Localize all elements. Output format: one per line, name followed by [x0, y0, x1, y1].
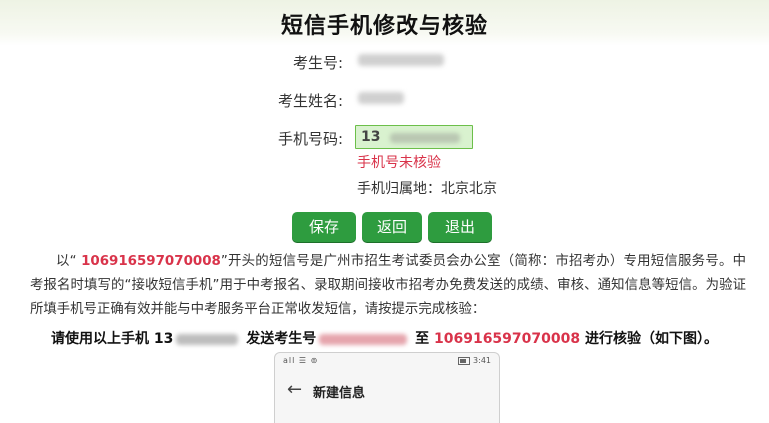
sms-number-highlight: 106916597070008: [81, 254, 221, 269]
name-label: 考生姓名:: [277, 92, 343, 110]
phone-status: 手机号未核验: [357, 155, 441, 171]
exam-no-label: 考生号:: [292, 54, 343, 72]
instruction-part4: 进行核验（如下图）。: [580, 331, 718, 347]
phone-input[interactable]: 13: [355, 125, 473, 149]
notice-paragraph: 以“ 106916597070008”开头的短信号是广州市招生考试委员会办公室（…: [30, 250, 746, 322]
instruction-part3: 至: [410, 331, 434, 347]
instruction-sms-number: 106916597070008: [433, 331, 581, 347]
instruction-line: 请使用以上手机 13 发送考生号 至 106916597070008 进行核验（…: [0, 328, 769, 348]
name-row: 考生姓名:: [0, 86, 769, 112]
phone-input-value: 13: [361, 129, 381, 145]
exam-no-row: 考生号:: [0, 48, 769, 74]
back-arrow-icon: ←: [287, 379, 303, 400]
phone-screenshot-illustration: all ☰ ⊚ 3:41 ← 新建信息: [274, 352, 500, 423]
phone-location: 手机归属地：北京北京: [357, 181, 497, 197]
exam-no-value-masked: [358, 54, 444, 66]
signal-icons: all ☰ ⊚: [283, 356, 319, 365]
save-button[interactable]: 保存: [292, 212, 356, 242]
name-value-masked: [358, 92, 404, 104]
phone-label: 手机号码:: [277, 130, 343, 148]
instruction-exam-no-masked: [319, 333, 408, 345]
status-right: 3:41: [458, 356, 491, 365]
phone-row: 手机号码: 13: [0, 125, 769, 151]
instruction-part1: 请使用以上手机 13: [51, 331, 174, 347]
exit-button[interactable]: 退出: [428, 212, 492, 242]
battery-icon: [458, 356, 471, 365]
instruction-phone-masked: [176, 333, 239, 345]
phone-clock: 3:41: [473, 356, 491, 365]
notice-text-pre: 以“: [56, 254, 82, 269]
phone-status-bar: all ☰ ⊚ 3:41: [275, 353, 499, 369]
new-message-title: 新建信息: [313, 386, 366, 401]
back-button[interactable]: 返回: [362, 212, 422, 242]
instruction-part2: 发送考生号: [241, 331, 317, 347]
phone-input-masked: [390, 133, 460, 143]
page-title: 短信手机修改与核验: [280, 14, 488, 39]
